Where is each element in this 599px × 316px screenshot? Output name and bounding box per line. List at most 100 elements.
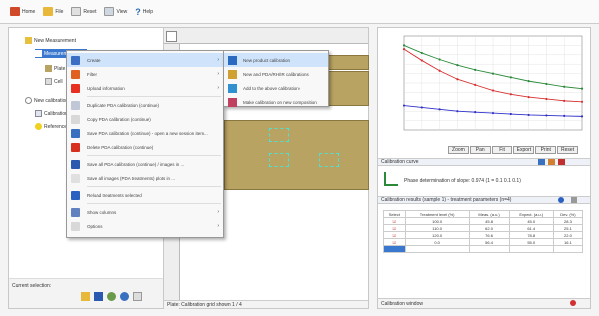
data-point xyxy=(456,110,459,113)
data-point xyxy=(509,76,512,79)
wafer-plate[interactable] xyxy=(224,120,369,190)
menu-item-create[interactable]: Create › xyxy=(67,53,223,67)
table-row[interactable]: ☑ 100.0 45.8 45.0 28.3 xyxy=(383,217,584,225)
new-pda-icon xyxy=(228,69,237,79)
menu-item-save[interactable]: Save PDA calibration (continue) - open a… xyxy=(67,126,223,140)
data-point xyxy=(563,85,566,88)
print-button[interactable]: Print xyxy=(535,146,557,154)
table-row-new[interactable] xyxy=(383,245,584,253)
menu-item-duplicate[interactable]: Duplicate PDA calibration (continue) xyxy=(67,98,223,112)
calibration-panel: Zoom Pan Fit Export Print Reset Calibrat… xyxy=(377,27,591,309)
help-button[interactable]: ? Help xyxy=(133,5,155,19)
data-point xyxy=(491,111,495,115)
filter-icon[interactable] xyxy=(571,197,577,203)
menu-item-options[interactable]: Options › xyxy=(67,219,223,233)
home-button[interactable]: Home xyxy=(8,5,37,19)
select-checkbox[interactable]: ☑ xyxy=(383,217,406,225)
menu-item-label: Reload treatments selected xyxy=(87,192,142,198)
menu-item-reload[interactable]: Reload treatments selected xyxy=(67,188,223,202)
data-point xyxy=(545,97,548,101)
new-product-icon xyxy=(228,55,237,65)
table-cell: 28.3 xyxy=(552,217,584,225)
menu-item-label: Save PDA calibration (continue) - open a… xyxy=(87,130,208,136)
calibration-cell[interactable] xyxy=(269,128,289,142)
close-icon[interactable] xyxy=(570,300,576,306)
reset-button[interactable]: Reset xyxy=(557,146,578,154)
column-header[interactable]: Treatment level (%) xyxy=(404,210,470,218)
page-icon[interactable] xyxy=(133,292,142,301)
edit-icon[interactable] xyxy=(548,159,555,165)
menu-item-add-calibration[interactable]: Add to the above calibration › xyxy=(224,81,328,95)
select-checkbox[interactable]: ☑ xyxy=(383,231,406,239)
settings-icon[interactable] xyxy=(538,159,545,165)
data-point xyxy=(420,59,423,62)
delete-icon[interactable] xyxy=(558,159,565,165)
menu-item-save-all[interactable]: Save all PDA calibration (continue) / im… xyxy=(67,157,223,171)
export-button[interactable]: Export xyxy=(513,146,535,154)
calibration-cell[interactable] xyxy=(269,153,289,167)
edit-icon[interactable] xyxy=(107,292,116,301)
tree-item[interactable]: Cell xyxy=(45,77,63,86)
data-point xyxy=(580,87,584,90)
pan-button[interactable]: Pan xyxy=(469,146,491,154)
select-checkbox[interactable]: ☑ xyxy=(383,224,406,232)
selection-label: Current selection: xyxy=(12,283,52,289)
column-header[interactable]: Dev. (%) xyxy=(552,210,584,218)
tree-item[interactable]: Calibration xyxy=(35,109,68,118)
view-button[interactable]: View xyxy=(102,5,129,19)
menu-item-filter[interactable]: Filter › xyxy=(67,67,223,81)
chevron-right-icon: › xyxy=(217,71,219,77)
column-header[interactable]: Meas. (a.u.) xyxy=(468,210,510,218)
table-row[interactable]: ☑ 0.0 56.4 55.0 16.1 xyxy=(383,238,584,246)
chevron-right-icon: › xyxy=(217,57,219,63)
upload-icon xyxy=(71,83,80,93)
menu-item-copy[interactable]: Copy PDA calibration (continue) xyxy=(67,112,223,126)
save-icon[interactable] xyxy=(94,292,103,301)
menu-separator xyxy=(87,203,221,204)
data-point xyxy=(474,68,477,71)
menu-item-upload[interactable]: Upload information › xyxy=(67,81,223,95)
globe-icon[interactable] xyxy=(120,292,129,301)
menu-item-delete[interactable]: Delete PDA calibration (continue) xyxy=(67,140,223,154)
question-icon: ? xyxy=(135,6,141,17)
calibration-cell[interactable] xyxy=(319,153,339,167)
menu-item-new-pda[interactable]: New and PDA/RH/IR calibrations xyxy=(224,67,328,81)
images-icon xyxy=(71,173,80,183)
info-icon[interactable] xyxy=(558,197,564,203)
data-point xyxy=(491,89,495,92)
table-cell: 78.8 xyxy=(508,231,554,239)
fit-button[interactable]: Fit xyxy=(491,146,513,154)
grid-icon[interactable] xyxy=(166,31,177,42)
menu-item-label: Create xyxy=(87,57,101,63)
zoom-button[interactable]: Zoom xyxy=(448,146,469,154)
table-row[interactable]: ☑ 110.0 62.0 61.4 25.1 xyxy=(383,224,584,232)
chevron-right-icon: › xyxy=(217,209,219,215)
menu-item-composition[interactable]: Make calibration on new composition xyxy=(224,95,328,109)
data-point xyxy=(456,64,459,67)
table-row[interactable]: ☑ 120.0 76.6 78.8 22.0 xyxy=(383,231,584,239)
column-header[interactable]: Select xyxy=(383,210,406,218)
data-point xyxy=(580,115,584,118)
file-button[interactable]: File xyxy=(41,5,65,19)
menu-item-columns[interactable]: Show columns › xyxy=(67,205,223,219)
data-point xyxy=(509,112,512,116)
data-point xyxy=(402,48,406,51)
data-point xyxy=(438,108,441,111)
document-icon xyxy=(35,50,42,57)
save-all-icon xyxy=(71,159,80,169)
tree-item[interactable]: New Measurement xyxy=(25,36,76,45)
menu-item-images[interactable]: Save all images (PDA treatments) plots i… xyxy=(67,171,223,185)
column-header[interactable]: Expect. (a.u.) xyxy=(508,210,554,218)
data-point xyxy=(474,83,477,86)
folder-icon[interactable] xyxy=(81,292,90,301)
tree-item[interactable]: Reference xyxy=(35,122,67,131)
tree-item[interactable]: New calibration xyxy=(25,96,68,105)
chart-toolbar: Zoom Pan Fit Export Print Reset xyxy=(448,146,578,154)
reset-button[interactable]: Reset xyxy=(69,5,98,19)
menu-item-label: Show columns xyxy=(87,209,117,215)
menu-item-label: Options xyxy=(87,223,103,229)
menu-separator xyxy=(87,186,221,187)
select-checkbox[interactable]: ☑ xyxy=(383,238,406,246)
menu-item-new-product[interactable]: New product calibration xyxy=(224,53,328,67)
tree-item[interactable]: Plate xyxy=(45,64,65,73)
